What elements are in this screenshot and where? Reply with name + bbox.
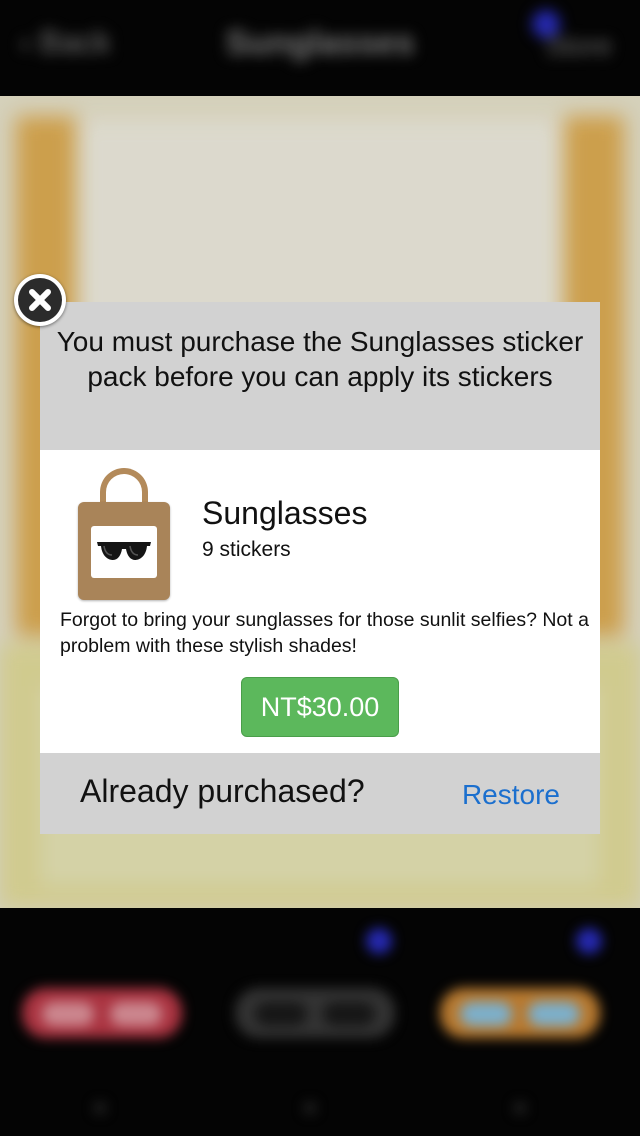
- sunglasses-icon: [97, 542, 151, 560]
- close-x-glyph: [29, 289, 51, 311]
- bag-label: [91, 526, 157, 578]
- shopping-bag-sunglasses-icon: [78, 468, 170, 600]
- restore-button[interactable]: Restore: [462, 779, 560, 811]
- sticker-count: 9 stickers: [202, 538, 291, 561]
- dialog-message: You must purchase the Sunglasses sticker…: [56, 326, 584, 392]
- buy-price-button[interactable]: NT$30.00: [241, 677, 399, 737]
- close-button[interactable]: [14, 274, 66, 326]
- dialog-header: You must purchase the Sunglasses sticker…: [40, 302, 600, 450]
- pack-name: Sunglasses: [202, 495, 368, 531]
- bag-body: [78, 502, 170, 600]
- close-x-icon: [18, 278, 62, 322]
- pack-description: Forgot to bring your sunglasses for thos…: [60, 609, 589, 657]
- already-purchased-label: Already purchased?: [80, 773, 365, 809]
- purchase-dialog: You must purchase the Sunglasses sticker…: [40, 302, 600, 834]
- dialog-footer: Already purchased? Restore: [40, 753, 600, 834]
